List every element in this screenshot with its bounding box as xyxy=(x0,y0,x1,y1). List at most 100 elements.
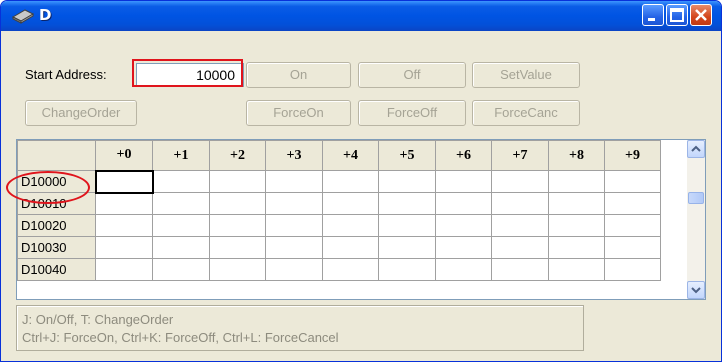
grid-cell[interactable] xyxy=(209,214,266,237)
close-button[interactable] xyxy=(690,4,712,26)
table-row: D10010 xyxy=(17,192,661,215)
grid-cell[interactable] xyxy=(378,236,436,259)
start-address-input[interactable]: 10000 xyxy=(136,63,244,87)
grid-cell[interactable] xyxy=(604,192,661,215)
row-header[interactable]: D10000 xyxy=(17,170,96,193)
grid-cell[interactable] xyxy=(152,214,210,237)
maximize-icon xyxy=(670,8,684,22)
grid-cell[interactable] xyxy=(435,236,492,259)
shortcut-help-panel: J: On/Off, T: ChangeOrder Ctrl+J: ForceO… xyxy=(16,305,584,351)
grid-cell[interactable] xyxy=(95,192,153,215)
device-monitor-window: D Start Address: 10000 On Off SetValue C… xyxy=(0,0,722,362)
column-header[interactable]: +7 xyxy=(491,140,549,171)
grid-cell[interactable] xyxy=(209,236,266,259)
row-header[interactable]: D10030 xyxy=(17,236,96,259)
scroll-down-button[interactable] xyxy=(687,281,705,299)
grid-cell[interactable] xyxy=(378,170,436,193)
help-line-2: Ctrl+J: ForceOn, Ctrl+K: ForceOff, Ctrl+… xyxy=(22,330,339,345)
grid-cell[interactable] xyxy=(548,214,605,237)
change-order-button[interactable]: ChangeOrder xyxy=(25,100,137,126)
grid-cell[interactable] xyxy=(548,192,605,215)
force-off-button[interactable]: ForceOff xyxy=(358,100,466,126)
grid-cell[interactable] xyxy=(604,170,661,193)
window-title: D xyxy=(39,6,52,24)
column-header[interactable]: +2 xyxy=(209,140,266,171)
grid-cell[interactable] xyxy=(322,192,379,215)
table-row: D10020 xyxy=(17,214,661,237)
grid-cell[interactable] xyxy=(209,192,266,215)
column-header[interactable]: +5 xyxy=(378,140,436,171)
maximize-button[interactable] xyxy=(666,4,688,26)
row-header[interactable]: D10040 xyxy=(17,258,96,281)
column-header[interactable]: +1 xyxy=(152,140,210,171)
grid-cell[interactable] xyxy=(265,192,323,215)
table-row: D10000 xyxy=(17,169,661,194)
minimize-button[interactable] xyxy=(642,4,664,26)
grid-cell[interactable] xyxy=(209,170,266,193)
help-line-1: J: On/Off, T: ChangeOrder xyxy=(22,312,174,327)
set-value-button[interactable]: SetValue xyxy=(472,62,580,88)
column-header[interactable]: +3 xyxy=(265,140,323,171)
grid-cell[interactable] xyxy=(95,258,153,281)
grid-cell[interactable] xyxy=(548,258,605,281)
grid-cell[interactable] xyxy=(265,258,323,281)
grid-cell[interactable] xyxy=(548,236,605,259)
grid-cell[interactable] xyxy=(322,236,379,259)
grid-cell[interactable] xyxy=(491,192,549,215)
grid-cell[interactable] xyxy=(548,170,605,193)
column-header[interactable]: +6 xyxy=(435,140,492,171)
column-header[interactable]: +0 xyxy=(95,140,153,171)
grid-table: +0 +1 +2 +3 +4 +5 +6 +7 +8 +9 D10000 D10… xyxy=(17,140,661,281)
grid-header-row: +0 +1 +2 +3 +4 +5 +6 +7 +8 +9 xyxy=(17,140,661,171)
grid-cell[interactable] xyxy=(491,170,549,193)
title-bar[interactable]: D xyxy=(1,1,721,31)
row-header[interactable]: D10020 xyxy=(17,214,96,237)
grid-cell[interactable] xyxy=(604,214,661,237)
scroll-up-button[interactable] xyxy=(687,140,705,158)
column-header[interactable]: +4 xyxy=(322,140,379,171)
grid-cell[interactable] xyxy=(152,192,210,215)
device-value-grid[interactable]: +0 +1 +2 +3 +4 +5 +6 +7 +8 +9 D10000 D10… xyxy=(16,139,706,300)
grid-cell[interactable] xyxy=(378,192,436,215)
grid-cell[interactable] xyxy=(152,258,210,281)
grid-cell[interactable] xyxy=(265,214,323,237)
grid-cell[interactable] xyxy=(378,258,436,281)
grid-cell[interactable] xyxy=(265,170,323,193)
grid-cell[interactable] xyxy=(491,236,549,259)
grid-cell[interactable] xyxy=(322,170,379,193)
on-button[interactable]: On xyxy=(246,62,351,88)
grid-cell[interactable] xyxy=(435,192,492,215)
grid-cell[interactable] xyxy=(435,214,492,237)
grid-cell[interactable] xyxy=(435,258,492,281)
column-header[interactable]: +8 xyxy=(548,140,605,171)
grid-corner-cell xyxy=(17,140,96,171)
grid-cell[interactable] xyxy=(491,214,549,237)
memory-chip-icon xyxy=(11,7,35,25)
table-row: D10040 xyxy=(17,258,661,281)
grid-cell-selected[interactable] xyxy=(94,169,154,194)
force-cancel-button[interactable]: ForceCanc xyxy=(472,100,580,126)
grid-cell[interactable] xyxy=(265,236,323,259)
chevron-up-icon xyxy=(691,145,701,152)
off-button[interactable]: Off xyxy=(358,62,466,88)
close-icon xyxy=(695,9,707,21)
grid-cell[interactable] xyxy=(95,214,153,237)
scroll-thumb[interactable] xyxy=(688,192,704,204)
grid-cell[interactable] xyxy=(322,258,379,281)
force-on-button[interactable]: ForceOn xyxy=(246,100,351,126)
grid-cell[interactable] xyxy=(152,236,210,259)
column-header[interactable]: +9 xyxy=(604,140,661,171)
grid-cell[interactable] xyxy=(209,258,266,281)
row-header[interactable]: D10010 xyxy=(17,192,96,215)
grid-cell[interactable] xyxy=(604,236,661,259)
chevron-down-icon xyxy=(691,287,701,294)
grid-cell[interactable] xyxy=(95,236,153,259)
grid-cell[interactable] xyxy=(435,170,492,193)
vertical-scrollbar[interactable] xyxy=(687,140,705,299)
start-address-label: Start Address: xyxy=(25,67,107,82)
grid-cell[interactable] xyxy=(604,258,661,281)
grid-cell[interactable] xyxy=(152,170,210,193)
grid-cell[interactable] xyxy=(322,214,379,237)
grid-cell[interactable] xyxy=(378,214,436,237)
grid-cell[interactable] xyxy=(491,258,549,281)
